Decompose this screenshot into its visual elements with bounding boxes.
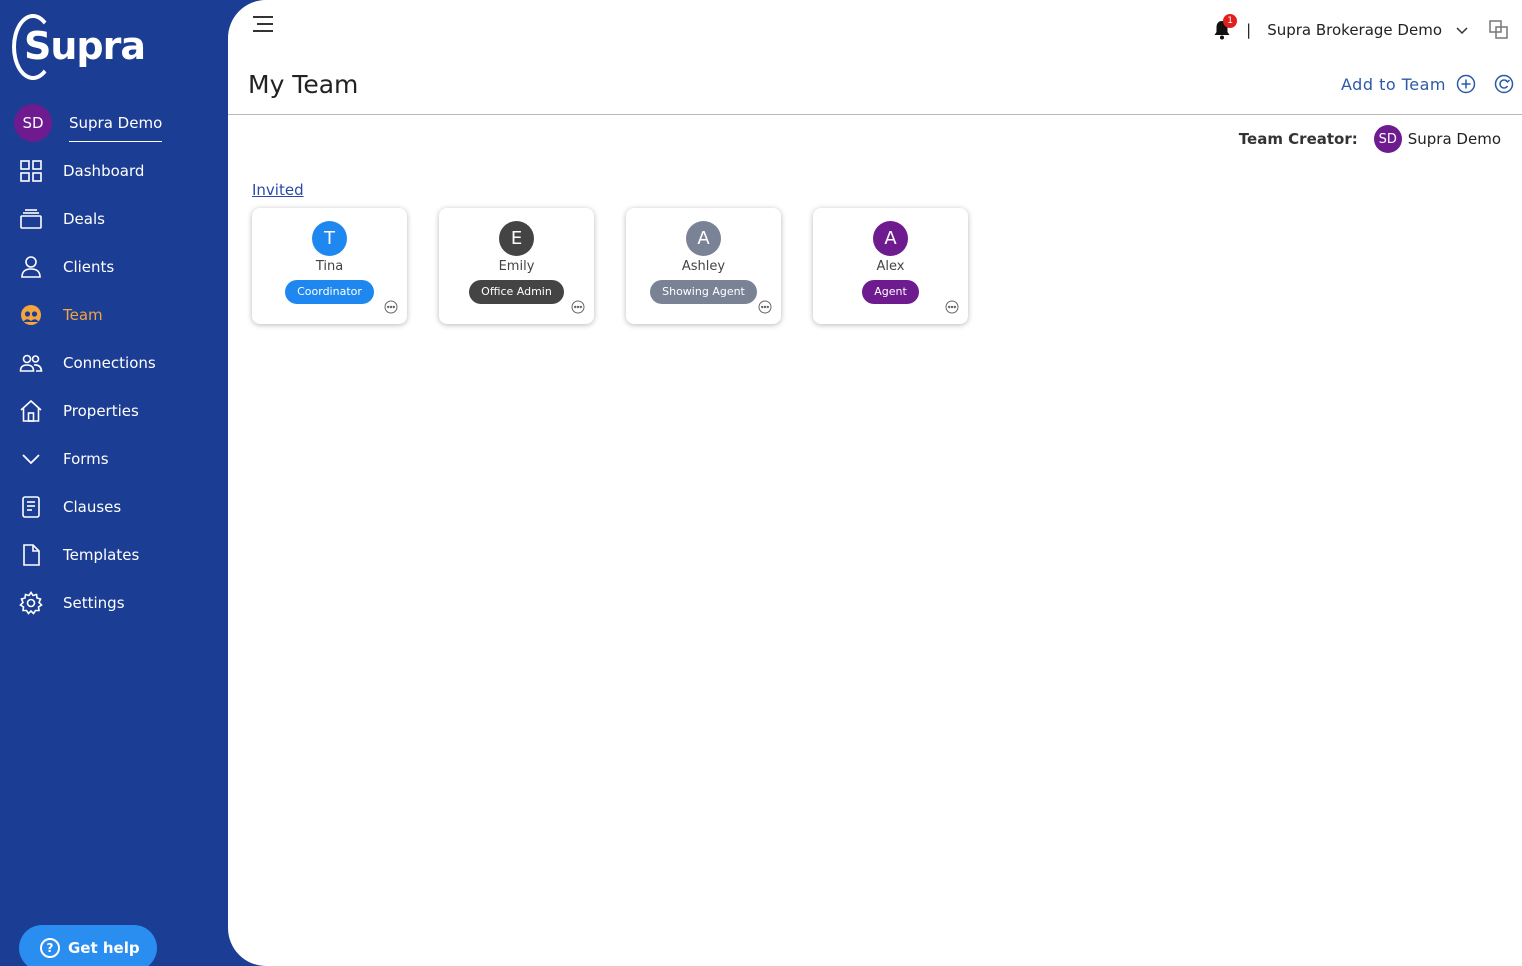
sidebar-item-label: Clients xyxy=(63,258,115,276)
person-icon xyxy=(19,255,43,279)
member-card[interactable]: T Tina Coordinator xyxy=(252,208,407,324)
invited-link[interactable]: Invited xyxy=(252,181,304,199)
role-badge: Office Admin xyxy=(469,280,564,304)
gear-icon xyxy=(19,591,43,615)
role-badge: Coordinator xyxy=(285,280,374,304)
sidebar-item-label: Clauses xyxy=(63,498,122,516)
sidebar-item-label: Forms xyxy=(63,450,109,468)
supra-logo[interactable]: Supra xyxy=(12,12,146,82)
sidebar-item-templates[interactable]: Templates xyxy=(0,531,228,579)
member-cards: T Tina Coordinator E Emily Office Admin … xyxy=(252,208,1000,324)
sidebar-item-settings[interactable]: Settings xyxy=(0,579,228,627)
refresh-icon[interactable] xyxy=(1494,74,1514,94)
member-avatar: T xyxy=(312,221,347,256)
more-options-icon[interactable] xyxy=(384,300,398,314)
member-avatar: A xyxy=(873,221,908,256)
brokerage-selector[interactable]: Supra Brokerage Demo xyxy=(1267,21,1442,39)
home-icon xyxy=(19,399,43,423)
chevron-down-icon[interactable] xyxy=(1454,22,1470,38)
add-to-team-button[interactable]: Add to Team xyxy=(1341,75,1446,94)
member-name: Tina xyxy=(315,259,344,274)
document-icon xyxy=(19,495,43,519)
sidebar-item-label: Properties xyxy=(63,402,139,420)
more-options-icon[interactable] xyxy=(945,300,959,314)
deals-icon xyxy=(19,207,43,231)
member-card[interactable]: A Ashley Showing Agent xyxy=(626,208,781,324)
sidebar-item-label: Team xyxy=(63,306,103,324)
team-icon xyxy=(19,303,43,327)
more-options-icon[interactable] xyxy=(758,300,772,314)
more-options-icon[interactable] xyxy=(571,300,585,314)
sidebar-item-connections[interactable]: Connections xyxy=(0,339,228,387)
user-name[interactable]: Supra Demo xyxy=(69,114,163,142)
member-card[interactable]: E Emily Office Admin xyxy=(439,208,594,324)
sidebar-item-clients[interactable]: Clients xyxy=(0,243,228,291)
member-name: Alex xyxy=(876,259,905,274)
sidebar-item-label: Connections xyxy=(63,354,156,372)
member-card[interactable]: A Alex Agent xyxy=(813,208,968,324)
sidebar-item-deals[interactable]: Deals xyxy=(0,195,228,243)
logo-text: Supra xyxy=(24,24,146,68)
file-icon xyxy=(19,543,43,567)
chevron-down-icon xyxy=(19,447,43,471)
sidebar-item-label: Deals xyxy=(63,210,105,228)
topbar-separator: | xyxy=(1246,21,1252,39)
sidebar-item-forms[interactable]: Forms xyxy=(0,435,228,483)
add-circle-icon[interactable] xyxy=(1456,74,1476,94)
main-content: 1 | Supra Brokerage Demo My Team Add to … xyxy=(228,0,1522,966)
connections-icon xyxy=(19,351,43,375)
sidebar-item-label: Templates xyxy=(63,546,140,564)
role-badge: Showing Agent xyxy=(650,280,757,304)
topbar-right: 1 | Supra Brokerage Demo xyxy=(1210,14,1522,46)
sidebar: Supra SD Supra Demo Dashboard Deals Clie… xyxy=(0,0,240,966)
sidebar-item-properties[interactable]: Properties xyxy=(0,387,228,435)
question-icon: ? xyxy=(40,938,60,958)
switch-window-icon[interactable] xyxy=(1488,19,1510,41)
member-name: Ashley xyxy=(681,259,726,274)
dashboard-icon xyxy=(19,159,43,183)
avatar: SD xyxy=(1373,125,1402,153)
sidebar-item-team[interactable]: Team xyxy=(0,291,228,339)
member-name: Emily xyxy=(498,259,535,274)
team-creator-name: Supra Demo xyxy=(1407,130,1501,148)
sidebar-item-label: Dashboard xyxy=(63,162,145,180)
header-divider xyxy=(228,114,1522,115)
user-profile[interactable]: SD Supra Demo xyxy=(14,104,163,142)
sidebar-nav: Dashboard Deals Clients Team Connections xyxy=(0,147,228,627)
member-avatar: E xyxy=(499,221,534,256)
title-actions: Add to Team xyxy=(1341,74,1514,94)
avatar: SD xyxy=(14,104,52,142)
sidebar-item-clauses[interactable]: Clauses xyxy=(0,483,228,531)
notification-bell-icon[interactable]: 1 xyxy=(1210,14,1238,42)
get-help-label: Get help xyxy=(68,939,140,957)
role-badge: Agent xyxy=(862,280,919,304)
page-title: My Team xyxy=(248,70,359,99)
sidebar-item-label: Settings xyxy=(63,594,125,612)
team-creator-label: Team Creator: xyxy=(1238,130,1358,148)
team-creator: Team Creator: SD Supra Demo xyxy=(1239,125,1501,153)
member-avatar: A xyxy=(686,221,721,256)
sidebar-item-dashboard[interactable]: Dashboard xyxy=(0,147,228,195)
get-help-button[interactable]: ? Get help xyxy=(19,925,157,966)
menu-toggle-icon[interactable] xyxy=(253,16,275,34)
notification-badge: 1 xyxy=(1223,14,1238,28)
